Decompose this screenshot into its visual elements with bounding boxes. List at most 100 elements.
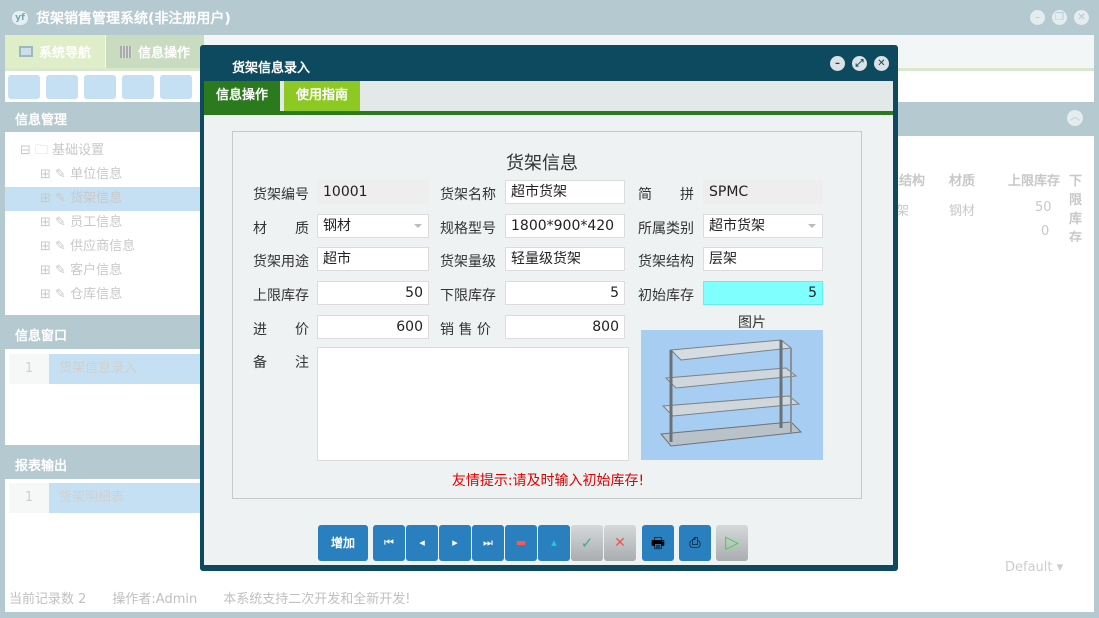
- report-list: 1 货架明细表: [9, 483, 205, 513]
- dialog-title: 货架信息录入: [232, 61, 311, 76]
- collapse-icon[interactable]: ︿: [1067, 110, 1083, 126]
- cell: 钢材: [949, 204, 976, 219]
- cell: 50: [1035, 200, 1052, 215]
- max-stock-label: 上限库存: [253, 288, 309, 304]
- tab-guide[interactable]: 使用指南: [284, 81, 361, 111]
- info-window-header: 信息窗口: [5, 315, 205, 349]
- chevron-down-icon: [414, 224, 422, 232]
- record-count: 当前记录数 2: [9, 591, 87, 607]
- material-select[interactable]: 钢材: [317, 214, 429, 238]
- dialog-body: 信息操作 使用指南 货架信息 货架编号 10001 货架名称 超市货架 简 拼 …: [204, 81, 893, 565]
- category-label: 所属类别: [638, 221, 694, 237]
- user-icon[interactable]: [122, 75, 154, 99]
- material-label: 材 质: [253, 221, 309, 237]
- remark-textarea[interactable]: [317, 347, 629, 461]
- structure-label: 货架结构: [638, 254, 694, 270]
- maximize-icon[interactable]: ⤢: [852, 56, 867, 71]
- min-stock-label: 下限库存: [440, 288, 496, 304]
- col-header[interactable]: 下限库存: [1069, 170, 1094, 242]
- window-list: 1 货架信息录入: [9, 354, 205, 384]
- picture-label: 图片: [738, 315, 766, 331]
- init-stock-field[interactable]: 5: [703, 281, 823, 305]
- hint-text: 友情提示:请及时输入初始库存!: [451, 473, 645, 489]
- code-label: 货架编号: [253, 187, 309, 203]
- name-label: 货架名称: [440, 187, 496, 203]
- list-item[interactable]: 1 货架明细表: [9, 483, 205, 513]
- structure-field[interactable]: 层架: [703, 247, 823, 271]
- min-stock-field[interactable]: 5: [505, 281, 625, 305]
- tree-item[interactable]: ⊞ ✎ 仓库信息: [5, 283, 205, 307]
- list-icon[interactable]: [46, 75, 78, 99]
- tree-item[interactable]: ⊞ ✎ 客户信息: [5, 259, 205, 283]
- shelf-info-panel: 货架信息 货架编号 10001 货架名称 超市货架 简 拼 SPMC 材 质 钢…: [232, 131, 862, 499]
- usage-field[interactable]: 超市: [317, 247, 429, 271]
- tree-item-selected[interactable]: ⊞ ✎ 货架信息: [5, 187, 205, 211]
- print-preview-icon[interactable]: ⎙: [679, 525, 711, 561]
- first-record-icon[interactable]: ⏮: [373, 525, 405, 561]
- document-icon[interactable]: [84, 75, 116, 99]
- run-icon[interactable]: ▷: [716, 525, 748, 561]
- spec-label: 规格型号: [440, 221, 496, 237]
- monitor-icon: [19, 46, 33, 57]
- max-stock-field[interactable]: 50: [317, 281, 429, 305]
- level-label: 货架量级: [440, 254, 496, 270]
- cost-field[interactable]: 600: [317, 315, 429, 339]
- delete-icon[interactable]: ▬: [505, 525, 537, 561]
- grid-icon: [120, 45, 133, 58]
- code-field[interactable]: 10001: [317, 180, 429, 204]
- pinyin-label: 简 拼: [638, 187, 694, 203]
- spec-field[interactable]: 1800*900*420: [505, 214, 625, 238]
- tree-item[interactable]: ⊞ ✎ 供应商信息: [5, 235, 205, 259]
- usage-label: 货架用途: [253, 254, 309, 270]
- next-record-icon[interactable]: ▸: [439, 525, 471, 561]
- panel-heading: 货架信息: [506, 153, 578, 174]
- left-panel: 信息管理 ⊟ 🗀 基础设置 ⊞ ✎ 单位信息 ⊞ ✎ 货架信息 ⊞ ✎ 员工信息…: [5, 102, 205, 582]
- shelf-entry-dialog: 货架信息录入 – ⤢ ✕ 信息操作 使用指南 货架信息 货架编号 10001 货…: [200, 45, 898, 571]
- search-icon[interactable]: [8, 75, 40, 99]
- tab-system-nav[interactable]: 系统导航: [5, 35, 107, 68]
- close-icon[interactable]: ✕: [874, 56, 889, 71]
- name-field[interactable]: 超市货架: [505, 180, 625, 204]
- confirm-icon[interactable]: ✓: [571, 525, 603, 561]
- minimize-icon[interactable]: –: [830, 56, 845, 71]
- report-header: 报表输出: [5, 445, 205, 479]
- app-logo-icon: yf: [12, 11, 28, 25]
- cost-label: 进 价: [253, 322, 309, 338]
- default-select[interactable]: Default ▾: [995, 557, 1085, 581]
- edit-icon[interactable]: ▴: [538, 525, 570, 561]
- print-icon[interactable]: 🖶: [642, 525, 674, 561]
- list-item[interactable]: 1 货架信息录入: [9, 354, 205, 384]
- tree-item[interactable]: ⊞ ✎ 单位信息: [5, 163, 205, 187]
- chevron-down-icon: [808, 224, 816, 232]
- tree-root[interactable]: ⊟ 🗀 基础设置: [5, 139, 205, 163]
- restore-icon[interactable]: ❐: [1052, 10, 1067, 25]
- action-bar: 增加 ⏮ ◂ ▸ ⏭ ▬ ▴ ✓ ✕ 🖶 ⎙ ▷: [204, 525, 893, 561]
- level-field[interactable]: 轻量级货架: [505, 247, 625, 271]
- tree-item[interactable]: ⊞ ✎ 员工信息: [5, 211, 205, 235]
- add-button[interactable]: 增加: [318, 525, 368, 561]
- close-icon[interactable]: ✕: [1074, 10, 1089, 25]
- remark-label: 备 注: [253, 355, 309, 371]
- cell: 0: [1041, 224, 1050, 239]
- data-grid: 货架结构 材质 上限库存 下限库存 层架 钢材 50 0: [885, 162, 1094, 242]
- shelf-picture[interactable]: [641, 330, 823, 460]
- minimize-icon[interactable]: –: [1030, 10, 1045, 25]
- category-select[interactable]: 超市货架: [703, 214, 823, 238]
- prev-record-icon[interactable]: ◂: [406, 525, 438, 561]
- cancel-icon[interactable]: ✕: [604, 525, 636, 561]
- status-bar: 当前记录数 2 操作者:Admin 本系统支持二次开发和全新开发!: [5, 582, 1094, 612]
- status-note: 本系统支持二次开发和全新开发!: [223, 591, 411, 607]
- tab-info-ops[interactable]: 信息操作: [204, 81, 281, 111]
- tab-info-ops[interactable]: 信息操作: [106, 35, 206, 68]
- pinyin-field[interactable]: SPMC: [703, 180, 823, 204]
- price-field[interactable]: 800: [505, 315, 625, 339]
- price-label: 销 售 价: [440, 322, 491, 338]
- col-header[interactable]: 上限库存: [1008, 170, 1060, 189]
- init-stock-label: 初始库存: [638, 288, 694, 304]
- tree: ⊟ 🗀 基础设置 ⊞ ✎ 单位信息 ⊞ ✎ 货架信息 ⊞ ✎ 员工信息 ⊞ ✎ …: [5, 139, 205, 307]
- window-icon[interactable]: [160, 75, 192, 99]
- app-title: 货架销售管理系统(非注册用户): [36, 11, 231, 27]
- app-title-bar: yf 货架销售管理系统(非注册用户): [0, 0, 1099, 36]
- col-header[interactable]: 材质: [949, 170, 975, 189]
- last-record-icon[interactable]: ⏭: [472, 525, 504, 561]
